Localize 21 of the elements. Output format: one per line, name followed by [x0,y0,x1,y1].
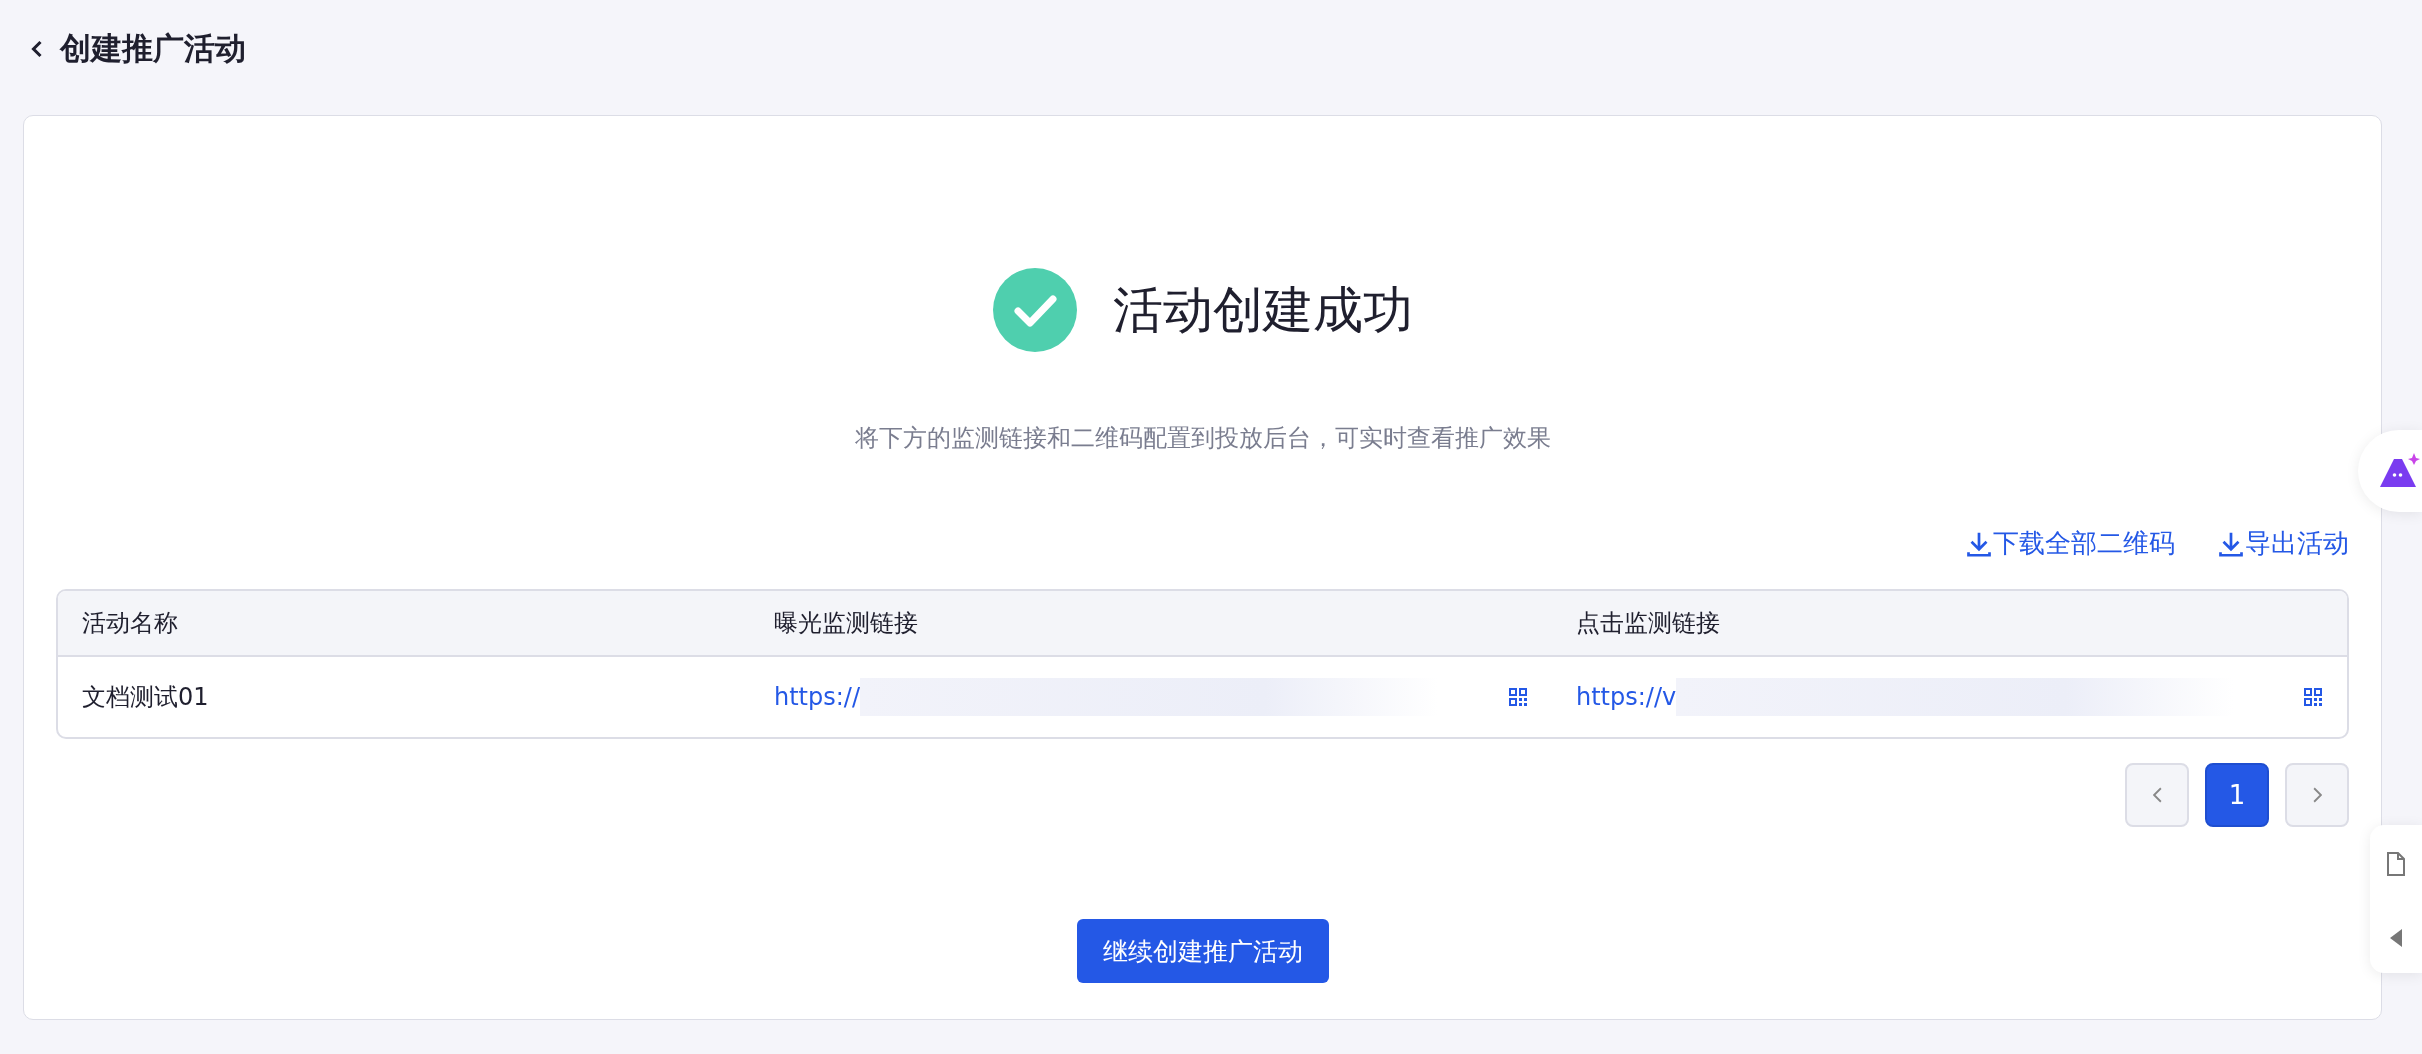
page-title: 创建推广活动 [60,28,246,68]
result-title: 活动创建成功 [1112,279,1413,341]
download-icon [1967,530,1991,557]
qr-code-icon[interactable] [2303,687,2323,707]
monitor-link[interactable]: https:// [774,683,861,711]
continue-button[interactable]: 继续创建推广活动 [1076,919,1329,983]
table-cell-text: 文档测试01 [82,682,209,713]
chevron-left-icon [2152,787,2162,803]
collapse-icon[interactable] [2389,927,2403,948]
column-header: 活动名称 [81,608,179,639]
download-icon [2219,530,2243,557]
column-header: 曝光监测链接 [773,608,919,639]
chevron-right-icon [2312,787,2322,803]
download-link[interactable]: 导出活动 [2219,526,2349,561]
column-header: 点击监测链接 [1575,608,1721,639]
monitor-link[interactable]: https://v [1576,683,1677,711]
page-button[interactable]: 1 [2205,763,2269,827]
result-description: 将下方的监测链接和二维码配置到投放后台，可实时查看推广效果 [853,423,1552,454]
download-link[interactable]: 下载全部二维码 [1967,526,2175,561]
document-icon[interactable] [2386,850,2406,877]
qr-code-icon[interactable] [1508,687,1528,707]
